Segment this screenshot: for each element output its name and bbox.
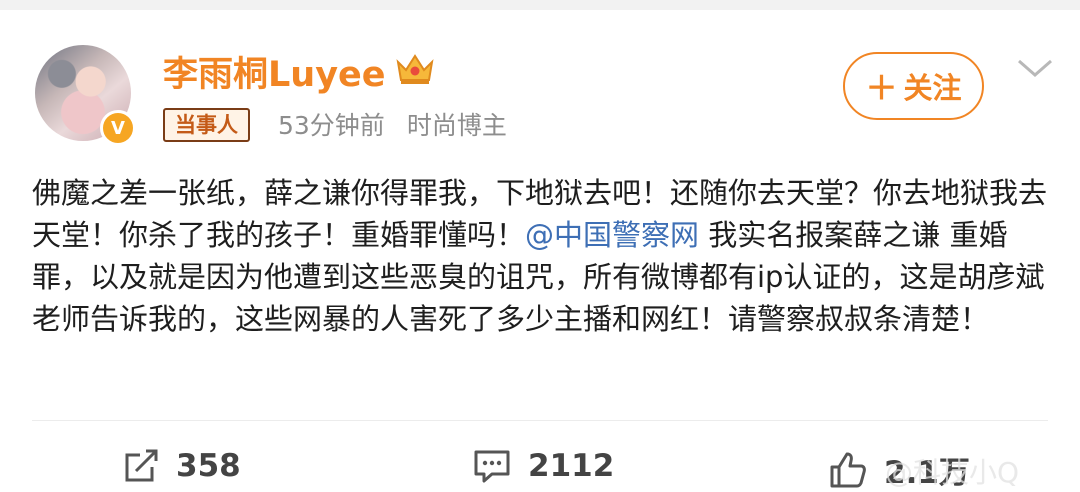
- like-icon: [830, 452, 866, 487]
- repost-icon: [125, 449, 158, 482]
- username[interactable]: 李雨桐Luyee: [163, 46, 386, 97]
- follow-button[interactable]: ＋ 关注: [843, 52, 984, 120]
- post-meta: 53分钟前 时尚博主: [278, 106, 507, 142]
- divider: [32, 420, 1048, 421]
- role-tag: 当事人: [163, 108, 250, 142]
- user-category: 时尚博主: [406, 111, 507, 140]
- top-separator: [0, 0, 1080, 10]
- mention-link[interactable]: @中国警察网: [525, 218, 699, 252]
- repost-button[interactable]: 358: [122, 447, 241, 485]
- post-text: 佛魔之差一张纸，薛之谦你得罪我，下地狱去吧！还随你去天堂？你去地狱我去天堂！你杀…: [32, 172, 1052, 340]
- comment-button[interactable]: 2112: [472, 447, 614, 485]
- post-time: 53分钟前: [278, 111, 385, 140]
- watermark: @科技小Q: [885, 456, 1020, 489]
- comment-icon: [474, 450, 510, 483]
- plus-icon: ＋: [865, 69, 898, 107]
- follow-button-label: 关注: [903, 71, 962, 105]
- crown-icon: [396, 54, 434, 84]
- comment-count: 2112: [528, 448, 615, 484]
- repost-count: 358: [176, 448, 241, 484]
- chevron-down-icon[interactable]: [1015, 55, 1055, 83]
- verified-badge-icon: V: [100, 110, 136, 146]
